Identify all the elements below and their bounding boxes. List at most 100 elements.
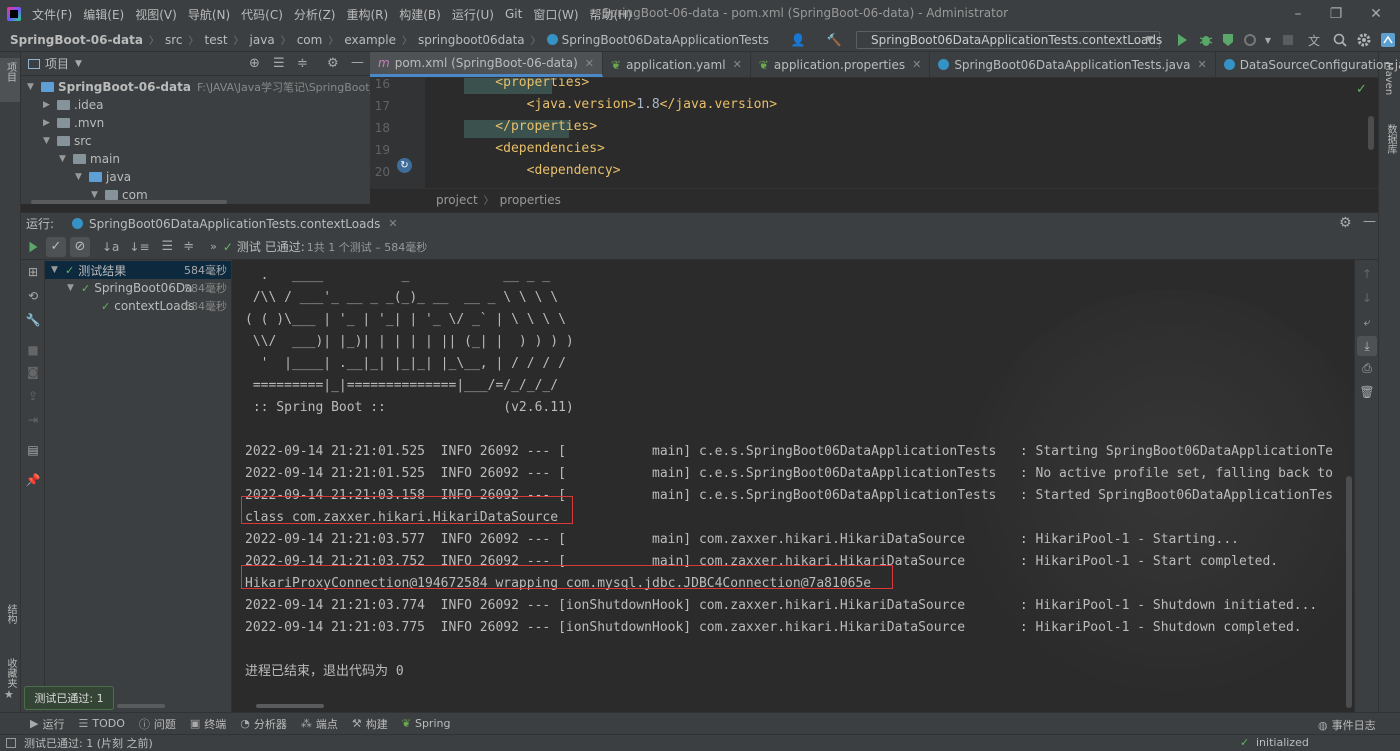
locate-icon[interactable]: ⊕ [249,56,260,71]
editor-breadcrumb-project[interactable]: project [436,193,478,207]
menu-run[interactable]: 运行(U) [452,6,494,23]
tree-item-mvn[interactable]: ▶ .mvn [43,114,104,132]
coverage-icon[interactable] [1220,32,1236,48]
inspection-ok-icon[interactable]: ✓ [1356,82,1367,97]
history-icon[interactable]: ⟲ [25,288,41,304]
import-icon[interactable]: ⇥ [25,412,41,428]
tab-datasource-configuration-java[interactable]: DataSourceConfiguration.java ✕ [1216,52,1400,77]
sort-alpha-icon[interactable]: ↓a [102,240,119,254]
menu-analyze[interactable]: 分析(Z) [294,6,336,23]
gear-icon[interactable] [1356,32,1372,48]
menu-code[interactable]: 代码(C) [241,6,283,23]
menu-view[interactable]: 视图(V) [135,6,177,23]
minimize-icon[interactable]: – [1288,4,1308,24]
close-icon[interactable]: ✕ [1366,4,1386,24]
collapse-all-icon[interactable]: ≑ [183,239,194,254]
menu-navigate[interactable]: 导航(N) [188,6,230,23]
tab-tests-java[interactable]: SpringBoot06DataApplicationTests.java ✕ [930,52,1216,77]
menu-file[interactable]: 文件(F) [32,6,72,23]
close-tab-icon[interactable]: ✕ [1197,58,1206,71]
menu-git[interactable]: Git [505,7,522,21]
hide-panel-icon[interactable]: — [1363,214,1376,229]
tree-item-java[interactable]: ▼ java [75,168,131,186]
arrow-up-icon[interactable]: ↑ [1359,266,1375,282]
menu-build[interactable]: 构建(B) [399,6,441,23]
camera-icon[interactable]: ◙ [25,364,41,380]
expand-all-icon[interactable]: ☰ [162,239,174,254]
vertical-scrollbar[interactable] [1368,116,1374,150]
breadcrumb-java[interactable]: java [250,33,275,47]
horizontal-scrollbar[interactable] [117,704,165,708]
intellij-logo-icon[interactable] [7,7,21,21]
tool-build[interactable]: ⚒ 构建 [352,716,388,732]
debug-icon[interactable] [1198,32,1214,48]
maven-sync-icon[interactable]: ↻ [397,158,412,173]
gear-icon[interactable]: ⚙ [1339,215,1352,231]
gear-icon[interactable]: ⚙ [327,56,339,71]
run-icon[interactable] [1174,32,1190,48]
profiler-icon[interactable] [1242,32,1258,48]
collapse-all-icon[interactable]: ≑ [297,56,308,71]
tree-item-src[interactable]: ▼ src [43,132,92,150]
layout-icon[interactable]: ▤ [25,442,41,458]
tab-application-properties[interactable]: ❦ application.properties ✕ [751,52,931,77]
horizontal-scrollbar[interactable] [31,200,227,204]
code-line[interactable]: <dependency> [464,163,621,178]
close-tab-icon[interactable]: ✕ [585,57,594,70]
restore-icon[interactable]: ❐ [1326,4,1346,24]
jetbrains-logo-icon[interactable] [1380,32,1396,48]
toggle-tool-windows-icon[interactable] [6,738,16,748]
code-editor[interactable]: 16 17 18 19 20 ↻ <properties> <java.version>1… [370,78,1378,188]
database-tool-button[interactable]: 数据库 [1383,124,1400,157]
screenshot-icon[interactable]: ⊞ [25,264,41,280]
show-ignored-icon[interactable]: ⊘ [70,236,90,257]
menu-refactor[interactable]: 重构(R) [347,6,389,23]
wrench-icon[interactable]: 🔧 [25,312,41,328]
code-line[interactable]: <dependencies> [464,141,605,156]
close-tab-icon[interactable]: ✕ [733,58,742,71]
hide-panel-icon[interactable]: — [351,55,364,70]
vertical-scrollbar[interactable] [1346,476,1352,708]
tab-pom-xml[interactable]: m pom.xml (SpringBoot-06-data) ✕ [370,52,603,77]
tree-item-idea[interactable]: ▶ .idea [43,96,104,114]
stop-icon[interactable]: ■ [25,342,41,358]
tool-terminal[interactable]: ▣ 终端 [190,716,226,732]
tool-problems[interactable]: ⓘ 问题 [139,716,176,732]
tool-endpoints[interactable]: ⁂ 端点 [301,716,338,732]
sort-duration-icon[interactable]: ↓≡ [129,240,149,254]
run-tab-label[interactable]: SpringBoot06DataApplicationTests.context… [89,217,380,231]
search-icon[interactable] [1332,32,1348,48]
project-tool-button[interactable]: 项目 [0,58,20,102]
pin-icon[interactable]: 📌 [25,472,41,488]
tool-spring[interactable]: ❦ Spring [402,717,451,730]
code-line[interactable]: <properties> [464,78,589,90]
tab-application-yaml[interactable]: ❦ application.yaml ✕ [603,52,751,77]
status-message[interactable]: 测试已通过: 1 (片刻 之前) [24,735,153,751]
breadcrumb-package[interactable]: springboot06data [418,33,525,47]
code-line[interactable]: <java.version>1.8</java.version> [464,97,777,112]
tool-profiler[interactable]: ◔ 分析器 [240,716,287,732]
tool-event-log[interactable]: ◍ 事件日志 [1318,717,1376,733]
code-line[interactable]: </properties> [464,119,597,134]
breadcrumb-com[interactable]: com [297,33,323,47]
export-icon[interactable]: ⇪ [25,388,41,404]
more-actions-icon[interactable]: » [210,240,217,253]
breadcrumb-test[interactable]: test [204,33,227,47]
tool-todo[interactable]: ☰ TODO [78,717,124,730]
arrow-down-icon[interactable]: ↓ [1359,290,1375,306]
status-initialized[interactable]: initialized [1256,736,1309,749]
horizontal-scrollbar[interactable] [256,704,324,708]
close-tab-icon[interactable]: ✕ [912,58,921,71]
project-panel-title[interactable]: 项目 [45,55,69,72]
test-tree-method[interactable]: ✓ contextLoads 584毫秒 [101,297,231,315]
breadcrumb-src[interactable]: src [165,33,183,47]
stop-icon[interactable] [1280,32,1296,48]
chevron-down-icon[interactable]: ▼ [75,59,82,69]
tree-item-main[interactable]: ▼ main [59,150,120,168]
tool-run[interactable]: ▶ 运行 [30,716,64,732]
more-run-chevron-icon[interactable]: ▼ [1260,32,1276,48]
trash-icon[interactable]: 🗑 [1359,384,1375,400]
translate-icon[interactable]: 文 [1306,32,1322,48]
print-icon[interactable]: ⎙ [1359,360,1375,376]
close-tab-icon[interactable]: ✕ [388,217,397,230]
